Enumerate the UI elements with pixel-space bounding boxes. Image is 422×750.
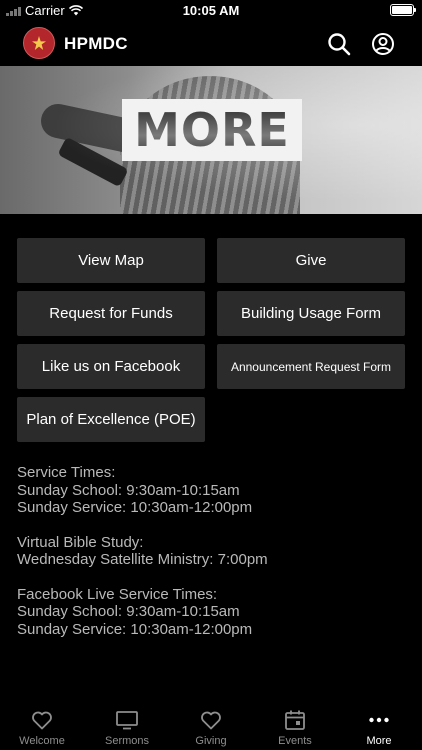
calendar-icon [285,710,305,730]
building-usage-form-button[interactable]: Building Usage Form [217,291,405,336]
announcement-request-form-button[interactable]: Announcement Request Form [217,344,405,389]
app-title: HPMDC [64,34,128,53]
tab-welcome[interactable]: Welcome [0,700,84,750]
clock: 10:05 AM [182,3,240,18]
search-icon[interactable] [327,32,351,56]
account-icon[interactable] [371,32,395,56]
tab-label: Giving [195,735,227,747]
service-times-line: Sunday Service: 10:30am-12:00pm [17,499,253,516]
service-times-heading: Service Times: [17,464,116,481]
plan-of-excellence-button[interactable]: Plan of Excellence (POE) [17,397,205,442]
tab-bar: Welcome Sermons Giving Events More [0,700,422,750]
hero-banner: MORE [0,66,422,214]
status-bar: Carrier 10:05 AM [0,0,422,22]
battery-icon [390,4,416,16]
more-sign: MORE [122,99,302,161]
give-button[interactable]: Give [217,238,405,283]
service-times-line: Sunday School: 9:30am-10:15am [17,481,240,499]
tab-label: More [366,735,392,747]
facebook-live-heading: Facebook Live Service Times: [17,585,218,603]
bible-study-heading: Virtual Bible Study: [17,533,144,551]
request-for-funds-button[interactable]: Request for Funds [17,291,205,336]
tab-giving[interactable]: Giving [169,700,253,750]
heart-icon [32,711,52,730]
facebook-button[interactable]: Like us on Facebook [17,344,205,389]
facebook-live-line: Sunday Service: 10:30am-12:00pm [17,620,253,638]
bible-study-line: Wednesday Satellite Ministry: 7:00pm [17,551,268,568]
tab-more[interactable]: More [337,700,421,750]
service-info: Service Times: Sunday School: 9:30am-10:… [17,464,407,655]
tab-label: Events [278,735,312,747]
more-dots-icon [369,717,389,723]
tab-sermons[interactable]: Sermons [85,700,169,750]
tab-label: Sermons [104,735,150,747]
heart-icon [201,711,221,730]
tab-label: Welcome [19,735,65,747]
facebook-live-block: Facebook Live Service Times: Sunday Scho… [17,586,407,639]
facebook-live-line: Sunday School: 9:30am-10:15am [17,603,240,620]
app-header: HPMDC [0,22,422,66]
more-sign-text: MORE [134,103,290,157]
tab-events[interactable]: Events [253,700,337,750]
bible-study-block: Virtual Bible Study: Wednesday Satellite… [17,534,407,569]
monitor-icon [116,711,138,730]
service-times-block: Service Times: Sunday School: 9:30am-10:… [17,464,407,517]
view-map-button[interactable]: View Map [17,238,205,283]
logo-emblem [23,27,55,59]
